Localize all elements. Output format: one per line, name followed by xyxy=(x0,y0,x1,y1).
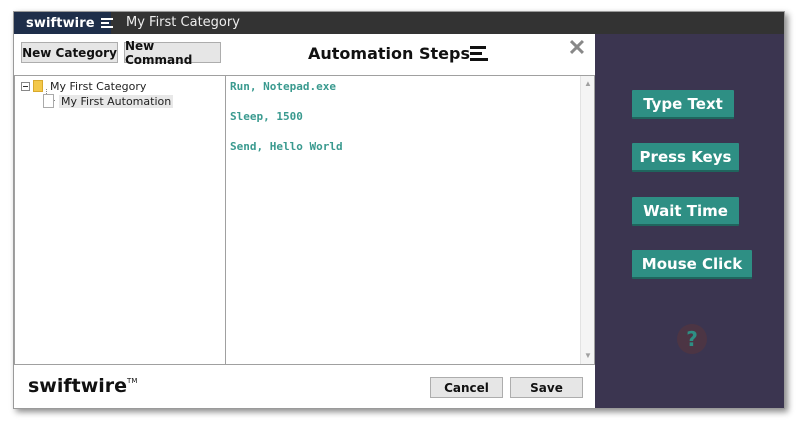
automation-steps-title: Automation Steps xyxy=(308,44,470,63)
tree-item-automation[interactable]: My First Automation xyxy=(43,94,174,108)
scroll-down-icon[interactable]: ▼ xyxy=(584,352,592,360)
main-panel: New Category New Command Automation Step… xyxy=(14,34,595,408)
menu-icon[interactable] xyxy=(100,18,113,28)
collapse-icon[interactable] xyxy=(21,81,30,91)
wait-time-button[interactable]: Wait Time xyxy=(632,197,739,226)
trademark: TM xyxy=(127,377,138,385)
category-tree: My First Category My First Automation xyxy=(14,75,226,365)
document-icon xyxy=(43,94,54,108)
steps-menu-icon[interactable] xyxy=(470,46,490,62)
app-window: swiftwire My First Category New Category… xyxy=(13,11,785,409)
tree-item-label: My First Category xyxy=(50,79,147,93)
help-icon[interactable]: ? xyxy=(677,324,707,354)
type-text-button[interactable]: Type Text xyxy=(632,90,734,119)
tree-item-label: My First Automation xyxy=(59,94,174,108)
mouse-click-button[interactable]: Mouse Click xyxy=(632,250,752,279)
app-menu[interactable]: swiftwire xyxy=(14,12,113,34)
step-line[interactable]: Sleep, 1500 xyxy=(230,110,303,123)
new-category-button[interactable]: New Category xyxy=(21,42,118,63)
step-line[interactable]: Run, Notepad.exe xyxy=(230,80,336,93)
footer: swiftwireTM Cancel Save xyxy=(14,365,595,408)
tree-item-category[interactable]: My First Category xyxy=(21,79,146,93)
toolbar: New Category New Command Automation Step… xyxy=(14,34,595,74)
footer-logo: swiftwireTM xyxy=(28,375,137,397)
footer-logo-text: swiftwire xyxy=(28,375,128,397)
current-category-title: My First Category xyxy=(126,15,240,30)
steps-editor[interactable]: Run, Notepad.exe Sleep, 1500 Send, Hello… xyxy=(226,75,595,365)
close-icon[interactable]: ✕ xyxy=(566,37,588,59)
cancel-button[interactable]: Cancel xyxy=(430,377,503,398)
vertical-scrollbar[interactable]: ▲ ▼ xyxy=(580,76,594,364)
scroll-up-icon[interactable]: ▲ xyxy=(584,80,592,88)
step-line[interactable]: Send, Hello World xyxy=(230,140,343,153)
title-bar: swiftwire My First Category xyxy=(14,12,784,34)
press-keys-button[interactable]: Press Keys xyxy=(632,143,739,172)
save-button[interactable]: Save xyxy=(510,377,583,398)
actions-panel: Type Text Press Keys Wait Time Mouse Cli… xyxy=(595,34,784,408)
brand-name: swiftwire xyxy=(26,15,95,31)
new-command-button[interactable]: New Command xyxy=(124,39,221,67)
folder-icon xyxy=(33,80,43,92)
